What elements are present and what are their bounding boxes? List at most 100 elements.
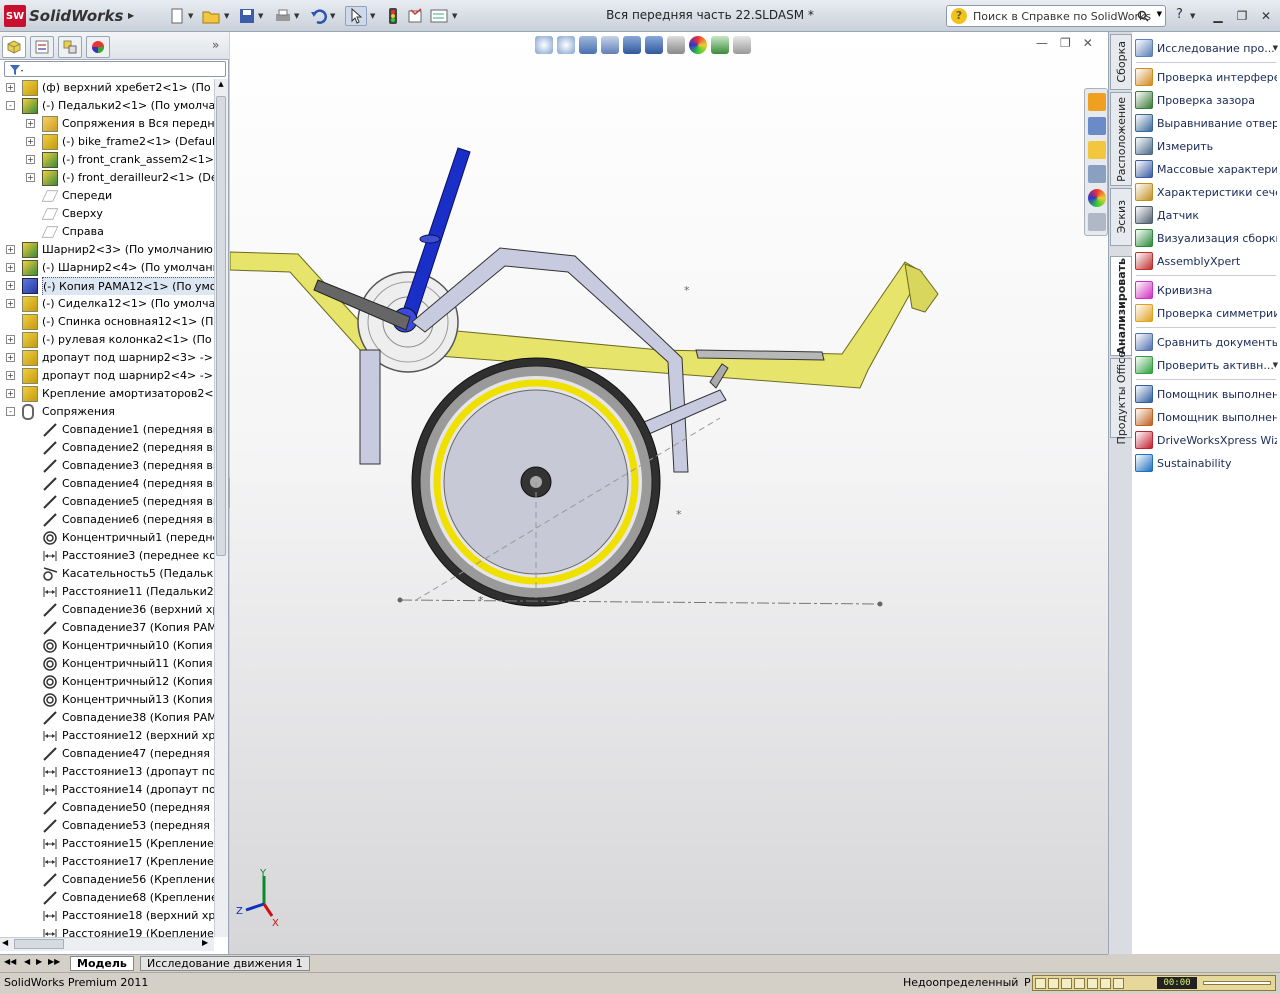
tree-hscroll-thumb[interactable] [14,939,64,949]
tree-row[interactable]: Расстояние15 (Крепление амс [0,835,214,853]
undo-dropdown-icon[interactable]: ▼ [330,12,335,20]
tree-row[interactable]: Касательность5 (Педальки2< [0,565,214,583]
solidworks-logo[interactable]: SW SolidWorks [4,4,124,28]
search-icon[interactable] [1137,10,1149,22]
open-dropdown-icon[interactable]: ▼ [224,12,229,20]
featuremanager-tree-tab[interactable] [2,36,26,58]
tab-motion-study-1[interactable]: Исследование движения 1 [140,956,310,971]
tree-row[interactable]: + (-) bike_frame2<1> (Default) [0,133,214,151]
tree-row[interactable]: Концентричный12 (Копия РАМ [0,673,214,691]
view-palette-icon[interactable] [1088,165,1106,183]
new-dropdown-icon[interactable]: ▼ [188,12,193,20]
tree-row[interactable]: Расстояние12 (верхний хребе [0,727,214,745]
tree-row[interactable]: Совпадение1 (передняя вилк [0,421,214,439]
media-next-icon[interactable] [1087,977,1098,989]
tree-row[interactable]: Концентричный13 (Копия РАМ [0,691,214,709]
tree-row[interactable]: + (-) front_crank_assem2<1> (De [0,151,214,169]
dropdown-arrow-icon[interactable]: ▼ [1273,361,1278,369]
expand-icon[interactable]: + [6,353,15,362]
scroll-left-icon[interactable]: ◀ [2,938,8,947]
tab-model[interactable]: Модель [70,956,134,971]
zoom-to-fit-icon[interactable] [535,36,553,54]
expand-icon[interactable]: + [6,389,15,398]
tree-row[interactable]: Совпадение53 (передняя вил [0,817,214,835]
tree-row[interactable]: Совпадение50 (передняя вил [0,799,214,817]
expand-icon[interactable]: + [26,137,35,146]
tree-row[interactable]: Расстояние14 (дропаут под ш [0,781,214,799]
save-dropdown-icon[interactable]: ▼ [258,12,263,20]
home-icon[interactable] [1088,93,1106,111]
tree-row[interactable]: Расстояние19 (Крепление амс [0,925,214,937]
media-options-icon[interactable] [1113,977,1124,989]
tree-row[interactable]: Совпадение6 (передняя вилк [0,511,214,529]
appearances-icon[interactable] [1088,189,1106,207]
tree-row[interactable]: Совпадение4 (передняя вилк [0,475,214,493]
file-explorer-icon[interactable] [1088,141,1106,159]
options-icon[interactable] [428,6,450,26]
file-properties-icon[interactable] [404,6,426,26]
scroll-right-icon[interactable]: ▶ [202,938,208,947]
expand-icon[interactable]: + [6,281,15,290]
tab-analyze[interactable]: Анализировать [1110,256,1132,356]
help-dropdown-icon[interactable]: ▼ [1190,12,1195,20]
tree-row[interactable]: + Крепление амортизаторов2<2> ( [0,385,214,403]
tree-row[interactable]: Справа [0,223,214,241]
display-manager-tab[interactable] [86,36,110,58]
menu-item-hole-alignment[interactable]: Выравнивание отвер... [1132,112,1280,134]
menu-item-mass-properties[interactable]: Массовые характери... [1132,158,1280,180]
tab-office-products[interactable]: Продукты Office [1110,351,1132,445]
media-prev-icon[interactable] [1074,977,1085,989]
tree-row[interactable]: + (-) Сиделка12<1> (По умолчани [0,295,214,313]
view-settings-icon[interactable] [733,36,751,54]
tree-row[interactable]: + (-) рулевая колонка2<1> (По ум [0,331,214,349]
tree-scroll-thumb[interactable] [216,96,226,556]
bike-assembly-model[interactable]: * * * [230,32,1108,954]
tree-row[interactable]: Сверху [0,205,214,223]
new-icon[interactable] [166,6,188,26]
tree-row[interactable]: + (ф) верхний хребет2<1> (По умо [0,79,214,97]
undo-icon[interactable] [308,6,330,26]
menu-item-clearance[interactable]: Проверка зазора [1132,89,1280,111]
rebuild-icon[interactable] [382,6,404,26]
media-play-icon[interactable] [1035,977,1046,989]
print-icon[interactable] [272,6,294,26]
tree-row[interactable]: Расстояние3 (переднее колес [0,547,214,565]
help-search-dropdown-icon[interactable]: ▼ [1157,10,1162,18]
tree-row[interactable]: Концентричный11 (Копия РАМ [0,655,214,673]
tree-row[interactable]: (-) Спинка основная12<1> (По ум [0,313,214,331]
menu-item-symmetry-check[interactable]: Проверка симметрии [1132,302,1280,324]
collapse-icon[interactable]: - [6,407,15,416]
expand-icon[interactable]: + [26,119,35,128]
section-view-icon[interactable] [601,36,619,54]
menu-item-measure[interactable]: Измерить [1132,135,1280,157]
minimize-window-icon[interactable]: ▁ [1208,8,1228,24]
menu-item-design-study[interactable]: Исследование про... ▼ [1132,37,1280,59]
tab-scroll-next-icon[interactable]: ▶ [36,957,42,966]
menu-item-assembly-visualization[interactable]: Визуализация сборки [1132,227,1280,249]
custom-properties-icon[interactable] [1088,213,1106,231]
tree-row[interactable]: - (-) Педальки2<1> (По умолчани [0,97,214,115]
menu-item-section-properties[interactable]: Характеристики сече... [1132,181,1280,203]
design-library-icon[interactable] [1088,117,1106,135]
expand-icon[interactable]: + [6,299,15,308]
restore-window-icon[interactable]: ❐ [1232,8,1252,24]
menu-item-compare-documents[interactable]: Сравнить документы [1132,331,1280,353]
save-icon[interactable] [236,6,258,26]
menu-item-assemblyxpert[interactable]: AssemblyXpert [1132,250,1280,272]
expand-icon[interactable]: + [6,263,15,272]
tab-scroll-last-icon[interactable]: ▶▶ [48,957,60,966]
expand-icon[interactable]: + [26,173,35,182]
display-style-icon[interactable] [645,36,663,54]
menu-item-driveworks[interactable]: DriveWorksXpress Wiz... [1132,429,1280,451]
tree-row[interactable]: Совпадение38 (Копия РАМА12 [0,709,214,727]
media-volume-slider[interactable] [1203,981,1271,985]
graphics-viewport[interactable]: * * * — ❐ ✕ Y Z X [230,32,1108,954]
configuration-manager-tab[interactable] [58,36,82,58]
tree-row[interactable]: + (-) Копия РАМА12<1> (По умолча [0,277,214,295]
tree-row[interactable]: + Сопряжения в Вся передняя ч [0,115,214,133]
tree-row[interactable]: - Сопряжения [0,403,214,421]
media-record-icon[interactable] [1100,977,1111,989]
help-icon[interactable]: ? [1176,7,1183,22]
tree-row[interactable]: Расстояние18 (верхний хребе [0,907,214,925]
tab-sketch[interactable]: Эскиз [1110,188,1132,246]
